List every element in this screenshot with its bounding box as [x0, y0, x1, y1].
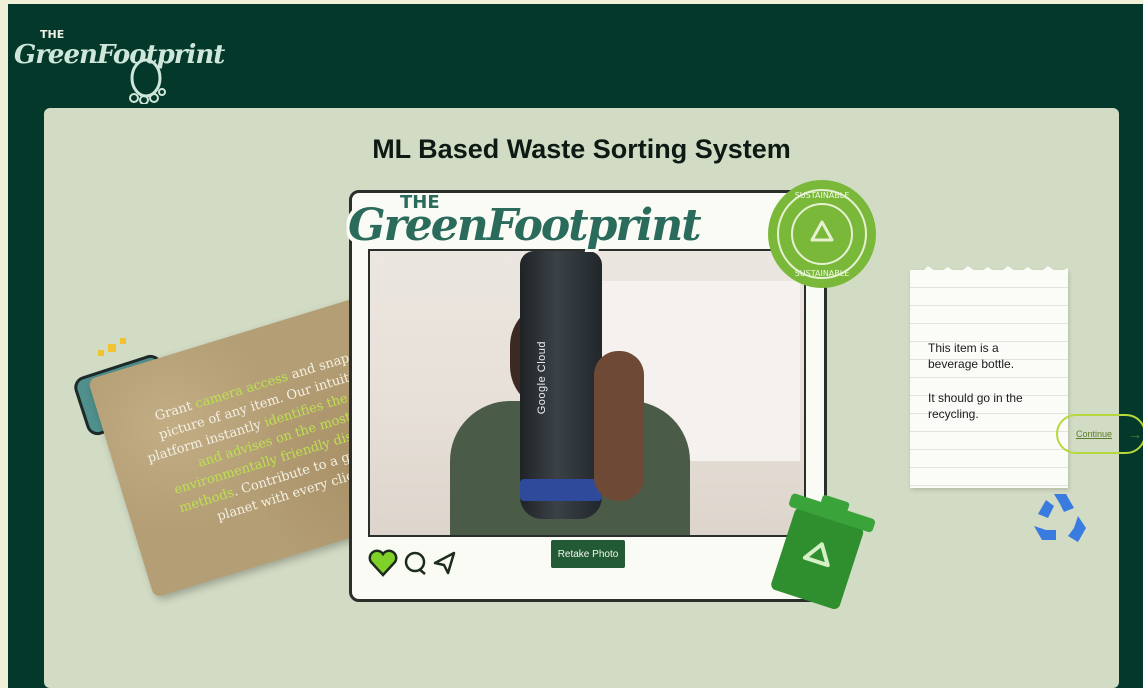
card-logo-wordmark: GreenFootprint — [348, 200, 702, 251]
result-item-type: This item is a beverage bottle. — [928, 341, 1015, 371]
result-note: This item is a beverage bottle. It shoul… — [910, 266, 1068, 488]
app-frame: THE GreenFootprint ML Based Waste Sortin… — [8, 4, 1143, 688]
logo-wordmark: GreenFootprint — [14, 40, 225, 70]
header-logo[interactable]: THE GreenFootprint — [14, 24, 225, 104]
page-title: ML Based Waste Sorting System — [372, 134, 791, 164]
seal-text-bottom: SUSTAINABLE — [795, 269, 850, 278]
seal-text-top: SUSTAINABLE — [795, 191, 850, 200]
note-torn-edge — [910, 266, 1068, 278]
continue-label: Continue — [1076, 429, 1113, 439]
recycle-icon — [1024, 486, 1094, 556]
result-disposal-advice: It should go in the recycling. — [928, 391, 1023, 421]
arrow-right-icon: → — [1128, 426, 1142, 442]
card-actions — [368, 549, 458, 577]
heart-icon[interactable] — [368, 549, 398, 577]
bottle-label: Google Cloud — [536, 341, 548, 415]
footprint-icon — [129, 58, 166, 104]
photo-bottle-band — [520, 479, 602, 501]
retake-photo-button[interactable]: Retake Photo — [551, 540, 625, 568]
result-text: This item is a beverage bottle. It shoul… — [928, 340, 1050, 440]
comment-icon[interactable] — [402, 549, 428, 577]
share-icon[interactable] — [432, 549, 458, 577]
card-logo: THE GreenFootprint — [340, 178, 702, 278]
continue-button[interactable]: Continue → — [1056, 414, 1143, 454]
captured-photo: Google Cloud — [368, 249, 806, 537]
main-panel: ML Based Waste Sorting System Grant came… — [44, 108, 1143, 688]
photo-hand — [594, 351, 644, 501]
recycle-bin-icon — [760, 486, 880, 614]
sustainable-seal-icon: SUSTAINABLE SUSTAINABLE — [766, 178, 878, 290]
